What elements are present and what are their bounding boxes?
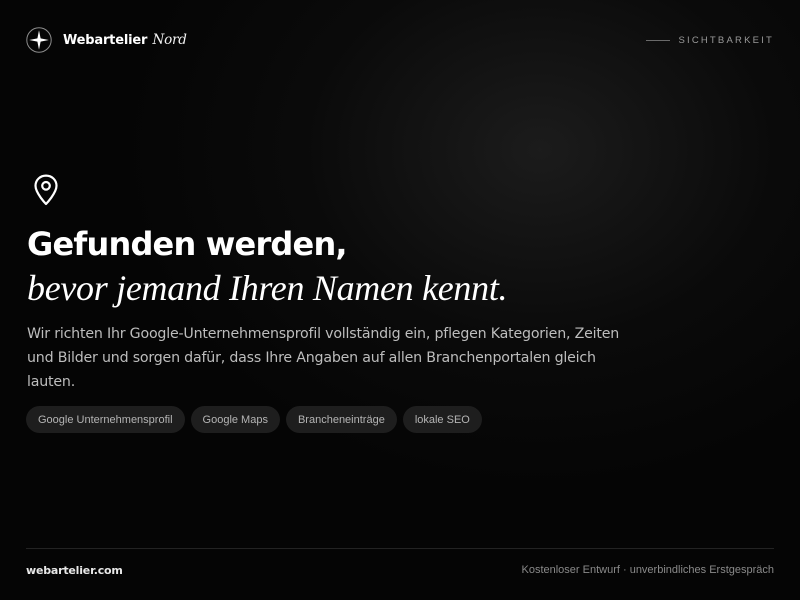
map-pin-icon xyxy=(34,174,58,206)
footer-url-link[interactable]: webartelier.com xyxy=(26,564,123,577)
headline: Gefunden werden, xyxy=(27,225,348,263)
tag-list: Google Unternehmensprofil Google Maps Br… xyxy=(26,406,488,433)
tag-google-maps[interactable]: Google Maps xyxy=(190,406,280,433)
section-label: SICHTBARKEIT xyxy=(646,35,774,46)
footer-note: Kostenloser Entwurf · unverbindliches Er… xyxy=(521,564,774,576)
section-divider xyxy=(646,39,671,41)
footer: webartelier.com Kostenloser Entwurf · un… xyxy=(26,561,774,579)
subheadline: bevor jemand Ihren Namen kennt. xyxy=(27,268,508,308)
page: Webartelier Nord SICHTBARKEIT Gefunden w… xyxy=(0,0,800,600)
brand-accent: Nord xyxy=(152,32,187,48)
brand[interactable]: Webartelier Nord xyxy=(26,27,187,53)
compass-star-icon xyxy=(26,27,52,53)
brand-name: Webartelier Nord xyxy=(63,32,187,48)
tag-brancheneintraege[interactable]: Brancheneinträge xyxy=(285,406,397,433)
footer-divider xyxy=(26,548,774,549)
description: Wir richten Ihr Google-Unternehmensprofi… xyxy=(27,326,620,390)
tag-lokale-seo[interactable]: lokale SEO xyxy=(402,406,482,433)
brand-name-text: Webartelier xyxy=(63,33,148,48)
tag-google-unternehmensprofil[interactable]: Google Unternehmensprofil xyxy=(26,406,185,433)
header: Webartelier Nord SICHTBARKEIT xyxy=(26,26,774,54)
section-label-text: SICHTBARKEIT xyxy=(678,34,774,46)
